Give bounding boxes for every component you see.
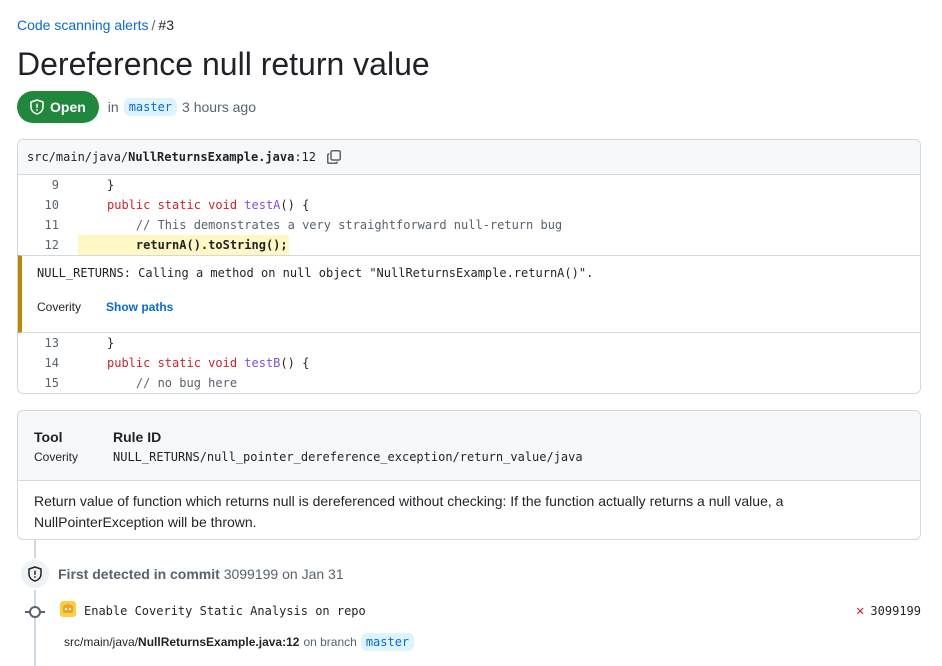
branch-label[interactable]: master [123,98,178,116]
first-detected-text: First detected in commit 3099199 on Jan … [58,566,344,582]
code-line: 9 } [18,175,920,195]
tool-value: Coverity [34,450,79,464]
alert-message-tool: Coverity [37,300,82,314]
rule-id-value: NULL_RETURNS/null_pointer_dereference_ex… [113,450,583,464]
line-number: 9 [51,178,59,192]
rule-id-label: Rule ID [113,429,162,445]
code-line: 10 public static void testA() { [18,195,920,215]
page-title: Dereference null return value [17,46,430,82]
commit-branch-label[interactable]: master [360,633,415,651]
x-icon[interactable]: ✕ [856,604,864,618]
commit-node-icon [29,606,41,618]
status-in-text: in [107,99,119,115]
code-line: 11 // This demonstrates a very straightf… [18,215,920,235]
code-file-header: src/main/java/NullReturnsExample.java:12 [18,140,920,175]
code-text: // This demonstrates a very straightforw… [135,218,563,232]
open-status-label: Open [50,99,86,115]
commit-loc-file[interactable]: NullReturnsExample.java:12 [138,635,299,649]
line-number: 11 [44,218,59,232]
rule-info-header: Tool Coverity Rule ID NULL_RETURNS/null_… [18,411,920,481]
breadcrumb-current: #3 [158,17,174,33]
code-text: returnA().toString(); [135,238,288,252]
tool-label: Tool [34,429,63,445]
file-path: src/main/java/ [27,150,129,164]
breadcrumb-code-scanning-alerts-link[interactable]: Code scanning alerts [17,17,149,33]
breadcrumb-separator: / [151,17,156,33]
bot-avatar[interactable] [60,601,76,617]
line-number: 12 [44,238,59,252]
shield-alert-icon [28,566,42,582]
commit-loc-path: src/main/java/ [64,635,139,649]
timeline-shield-badge [19,558,51,590]
code-text: public static void testA() { [107,198,310,212]
code-text: } [107,336,115,350]
alert-message-panel: NULL_RETURNS: Calling a method on null o… [18,255,920,333]
code-text: } [107,178,115,192]
line-number: 15 [44,376,59,390]
copy-icon[interactable] [326,149,342,165]
code-lines-after: 13 } 14 public static void testB() { 15 … [18,333,920,393]
commit-location: src/main/java/NullReturnsExample.java:12… [64,633,415,651]
open-status-badge: Open [17,91,99,123]
first-detected-commit[interactable]: 3099199 [224,566,279,582]
alert-message-text: NULL_RETURNS: Calling a method on null o… [37,266,594,280]
commit-message[interactable]: Enable Coverity Static Analysis on repo [84,604,366,618]
rule-description: Return value of function which returns n… [34,493,784,530]
breadcrumb: Code scanning alerts / #3 [17,16,174,34]
file-name[interactable]: NullReturnsExample.java [128,150,294,164]
code-snippet-box: src/main/java/NullReturnsExample.java:12… [17,139,921,394]
line-number: 10 [44,198,59,212]
commit-sha[interactable]: 3099199 [870,604,921,618]
code-line: 13 } [18,333,920,353]
rule-info-box: Tool Coverity Rule ID NULL_RETURNS/null_… [17,410,921,540]
shield-icon [30,99,44,115]
commit-loc-on-branch: on branch [303,635,357,649]
show-paths-button[interactable]: Show paths [106,300,173,314]
code-line: 15 // no bug here [18,373,920,393]
file-line-ref: :12 [294,150,317,164]
code-lines-before: 9 } 10 public static void testA() { 11 /… [18,175,920,255]
code-line-highlighted: 12 returnA().toString(); [18,235,920,255]
alert-status-row: Open in master 3 hours ago [17,91,256,123]
status-time: 3 hours ago [182,99,256,115]
code-text: // no bug here [135,376,238,390]
line-number: 13 [44,336,59,350]
code-line: 14 public static void testB() { [18,353,920,373]
code-text: public static void testB() { [107,356,310,370]
line-number: 14 [44,356,59,370]
commit-status: ✕ 3099199 [856,604,921,618]
